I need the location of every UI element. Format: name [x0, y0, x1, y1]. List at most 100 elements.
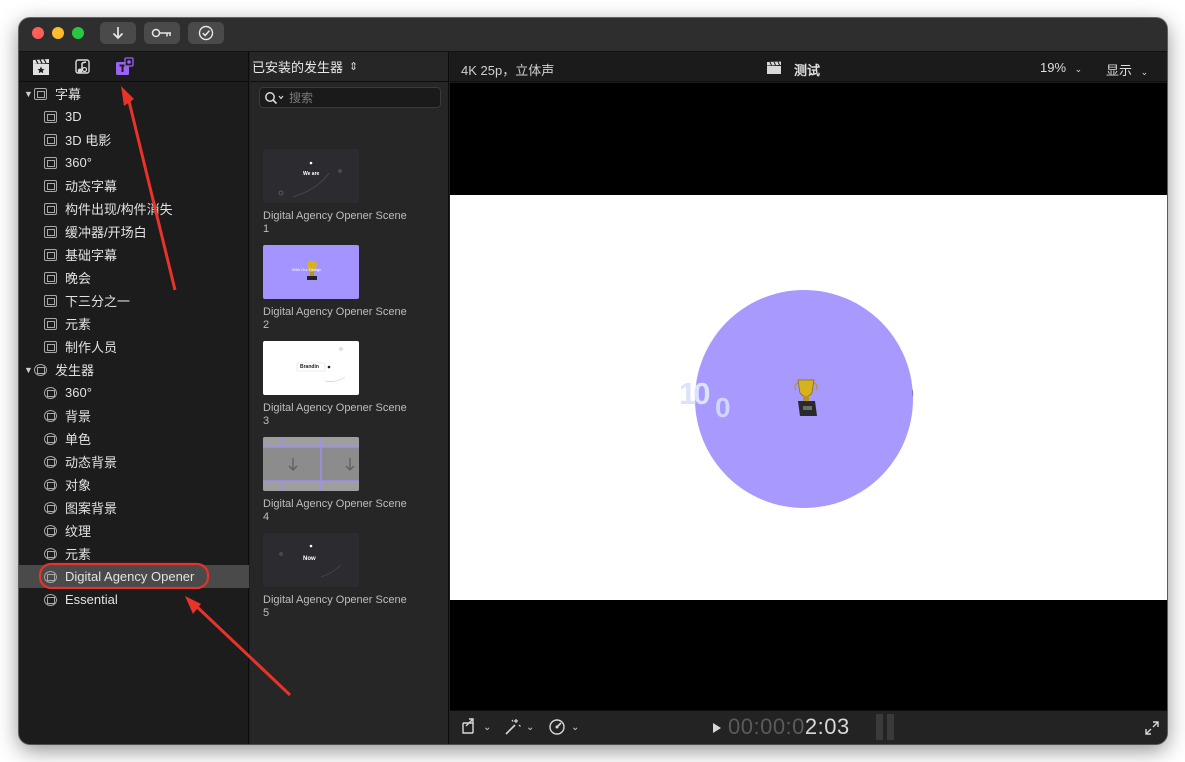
clip-thumbnail[interactable]: Now [263, 533, 359, 587]
search-field[interactable]: 搜索 [259, 87, 441, 108]
clip-thumbnail[interactable] [263, 437, 359, 491]
titles-folder-icon [44, 202, 57, 215]
clip-item[interactable]: With Our Design Digital Agency Opener Sc… [263, 245, 407, 332]
sidebar-item-label: Digital Agency Opener [65, 569, 195, 584]
sidebar-item-titles[interactable]: 缓冲器/开场白 [19, 220, 249, 243]
clip-item[interactable]: We are Digital Agency Opener Scene 1 [263, 149, 407, 236]
keywords-button[interactable] [144, 22, 180, 44]
clip-name: Digital Agency Opener Scene 1 [263, 210, 407, 235]
sidebar-item-essential[interactable]: Essential [19, 588, 249, 611]
sidebar-item-label: 图案背景 [65, 501, 118, 516]
generators-folder-icon [44, 478, 57, 491]
search-placeholder: 搜索 [289, 91, 314, 105]
sidebar-item-titles[interactable]: 元素 [19, 312, 249, 335]
close-window-button[interactable] [32, 27, 44, 39]
sidebar-item-generators[interactable]: 单色 [19, 427, 249, 450]
sidebar-item-generators[interactable]: 元素 [19, 542, 249, 565]
sidebar-item-label: 360° [65, 155, 92, 170]
clip-thumbnail[interactable]: With Our Design [263, 245, 359, 299]
clip-name: Digital Agency Opener Scene 4 [263, 498, 407, 523]
sidebar-item-label: 元素 [65, 547, 92, 562]
play-icon[interactable] [711, 722, 723, 734]
sidebar-item-titles[interactable]: 基础字幕 [19, 243, 249, 266]
frame-number-small: 0 [715, 392, 731, 423]
sidebar-item-titles[interactable]: 制作人员 [19, 335, 249, 358]
clip-item[interactable]: Now Digital Agency Opener Scene 5 [263, 533, 407, 620]
sidebar-item-label: 下三分之一 [65, 294, 131, 309]
maximize-window-button[interactable] [72, 27, 84, 39]
titles-folder-icon [44, 156, 57, 169]
sidebar-item-generators[interactable]: 纹理 [19, 519, 249, 542]
sidebar-item-label: Essential [65, 592, 118, 607]
clip-thumbnail[interactable]: Brandin [263, 341, 359, 395]
sidebar-item-generators[interactable]: 背景 [19, 404, 249, 427]
sidebar-item-label: 晚会 [65, 271, 92, 286]
clip-name: Digital Agency Opener Scene 2 [263, 306, 407, 331]
chevron-down-icon: ⌄ [571, 721, 580, 733]
clapper-icon [767, 61, 781, 74]
generators-browser: 已安装的发生器 ⇕ 搜索 We are Digital Agency Opene… [250, 52, 449, 744]
sidebar-item-generators[interactable]: 对象 [19, 473, 249, 496]
magnifier-icon[interactable] [264, 91, 286, 105]
sidebar-item-titles[interactable]: 360° [19, 151, 249, 174]
disclosure-triangle-icon[interactable]: ▼ [24, 365, 34, 375]
sidebar-item-titles[interactable]: 3D 电影 [19, 128, 249, 151]
group-generators[interactable]: ▼ 发生器 [19, 358, 249, 381]
video-frame[interactable]: 10 0 [450, 195, 1167, 600]
clip-name: Digital Agency Opener Scene 5 [263, 594, 407, 619]
enhance-tool[interactable]: ⌄ [503, 718, 534, 736]
sidebar-item-generators[interactable]: 图案背景 [19, 496, 249, 519]
tab-photos-audio[interactable] [72, 57, 92, 77]
disclosure-triangle-icon[interactable]: ▼ [24, 89, 34, 99]
tab-titles-generators[interactable] [114, 57, 134, 77]
titles-folder-icon [44, 340, 57, 353]
minimize-window-button[interactable] [52, 27, 64, 39]
generator-preview [695, 290, 914, 508]
fullscreen-icon[interactable] [1145, 721, 1159, 735]
generators-folder-icon [44, 524, 57, 537]
chevron-down-icon: ⌄ [1140, 67, 1149, 77]
titles-folder-icon [34, 87, 47, 100]
magic-wand-icon [505, 719, 521, 735]
titles-folder-icon [44, 317, 57, 330]
format-info: 4K 25p，立体声 [461, 63, 555, 78]
sidebar-item-label: 3D [65, 109, 82, 124]
titles-folder-icon [44, 110, 57, 123]
generators-folder-icon [34, 363, 47, 376]
import-button[interactable] [100, 22, 136, 44]
group-titles-label: 字幕 [55, 87, 82, 102]
retime-tool[interactable]: ⌄ [548, 718, 579, 736]
sidebar-item-label: 缓冲器/开场白 [65, 225, 147, 240]
sort-chevrons-icon[interactable]: ⇕ [349, 60, 358, 73]
clip-item[interactable]: Brandin Digital Agency Opener Scene 3 [263, 341, 407, 428]
sidebar-item-titles[interactable]: 下三分之一 [19, 289, 249, 312]
sidebar: ▼ 字幕 3D 3D 电影 360° 动态字幕 构件出现/构件消失 缓冲器/开场… [19, 52, 249, 744]
display-menu[interactable]: 显示 ⌄ [1106, 60, 1148, 79]
sidebar-item-titles[interactable]: 构件出现/构件消失 [19, 197, 249, 220]
sidebar-item-digital-agency-opener[interactable]: Digital Agency Opener [19, 565, 249, 588]
timecode-display[interactable]: 00:00:02:03 [728, 714, 850, 740]
sidebar-item-titles[interactable]: 动态字幕 [19, 174, 249, 197]
browser-header[interactable]: 已安装的发生器 ⇕ [250, 52, 448, 82]
sidebar-item-generators[interactable]: 动态背景 [19, 450, 249, 473]
sidebar-item-titles[interactable]: 晚会 [19, 266, 249, 289]
clip-item[interactable]: Digital Agency Opener Scene 4 [263, 437, 407, 524]
clip-thumbnail[interactable]: We are [263, 149, 359, 203]
browser-title: 已安装的发生器 [252, 60, 344, 75]
chevron-down-icon: ⌄ [526, 721, 535, 733]
sidebar-item-label: 元素 [65, 317, 92, 332]
zoom-menu[interactable]: 19% ⌄ [1040, 60, 1082, 75]
trophy-icon [307, 261, 317, 280]
titles-folder-icon [44, 133, 57, 146]
sidebar-item-titles[interactable]: 3D [19, 105, 249, 128]
frame-number-large: 10 [679, 376, 711, 411]
titles-generators-icon [116, 57, 134, 75]
sidebar-item-generators[interactable]: 360° [19, 381, 249, 404]
viewer-header: 4K 25p，立体声 测试 19% ⌄ 显示 ⌄ [450, 52, 1167, 82]
clapper-icon [33, 58, 49, 75]
tab-libraries[interactable] [31, 57, 51, 77]
group-titles[interactable]: ▼ 字幕 [19, 82, 249, 105]
background-tasks-button[interactable] [188, 22, 224, 44]
transform-tool[interactable]: ⌄ [460, 718, 491, 736]
chevron-down-icon: ⌄ [483, 721, 492, 733]
